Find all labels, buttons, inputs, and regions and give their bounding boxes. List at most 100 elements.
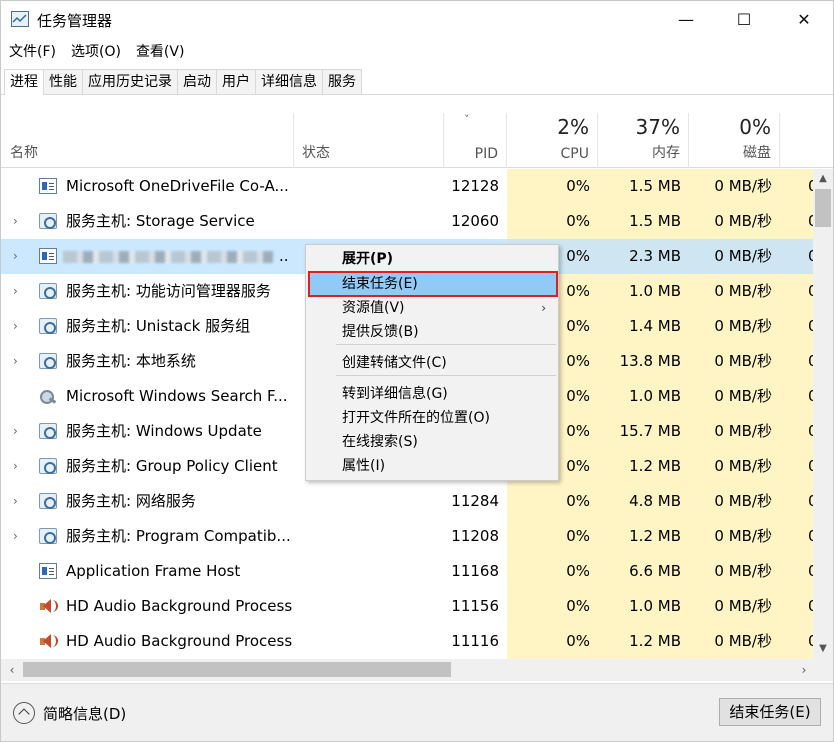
process-network: 0 xyxy=(780,344,813,379)
tab-details[interactable]: 详细信息 xyxy=(255,69,323,94)
ctx-expand-menu-item[interactable]: 展开(P) xyxy=(308,247,556,271)
process-row[interactable]: › 服务主机: Storage Service 12060 0% 1.5 MB 0 MB/… xyxy=(1,204,813,239)
expand-chevron-icon[interactable]: › xyxy=(13,519,18,554)
ctx-provide-feedback-menu-item[interactable]: 提供反馈(B) xyxy=(308,320,556,344)
context-menu: 展开(P) 结束任务(E) 资源值(V) › 提供反馈(B) 创建转储文件(C) 转到详细信… xyxy=(305,244,559,481)
expand-chevron-icon[interactable]: › xyxy=(13,344,18,379)
process-cpu: 0% xyxy=(507,589,598,624)
highlight-outline xyxy=(308,271,558,297)
column-status[interactable]: 状态 xyxy=(294,113,444,168)
column-status-label: 状态 xyxy=(302,145,330,161)
expand-chevron-icon[interactable]: › xyxy=(13,204,18,239)
menu-item-label: 资源值(V) xyxy=(342,300,405,316)
menu-separator xyxy=(336,375,556,376)
process-row[interactable]: HD Audio Background Process 11116 0% 1.2 MB… xyxy=(1,624,813,659)
tab-users[interactable]: 用户 xyxy=(216,69,256,94)
process-disk: 0 MB/秒 xyxy=(689,379,780,414)
process-name: 服务主机: 本地系统 xyxy=(66,352,196,370)
process-name: 服务主机: Unistack 服务组 xyxy=(66,317,251,335)
minimize-button[interactable]: — xyxy=(663,1,709,37)
horizontal-scroll-thumb[interactable] xyxy=(23,662,451,677)
column-memory-label: 内存 xyxy=(652,145,680,161)
menu-options[interactable]: 选项(O) xyxy=(63,41,128,63)
menu-view[interactable]: 查看(V) xyxy=(128,41,192,63)
tab-performance[interactable]: 性能 xyxy=(43,69,83,94)
column-cpu[interactable]: 2% CPU xyxy=(507,113,598,168)
scroll-down-icon[interactable]: ▼ xyxy=(813,639,833,659)
process-row[interactable]: Microsoft OneDriveFile Co-A... 12128 0% 1.5… xyxy=(1,169,813,204)
window-icon xyxy=(39,563,57,579)
ctx-search-online-menu-item[interactable]: 在线搜索(S) xyxy=(308,430,556,454)
cpu-total-percent: 2% xyxy=(557,115,589,139)
column-memory[interactable]: 37% 内存 xyxy=(598,113,689,168)
column-network[interactable] xyxy=(780,113,833,168)
menu-item-label: 在线搜索(S) xyxy=(342,434,418,450)
process-disk: 0 MB/秒 xyxy=(689,169,780,204)
speaker-icon xyxy=(39,633,58,649)
ctx-open-file-location-menu-item[interactable]: 打开文件所在的位置(O) xyxy=(308,406,556,430)
ctx-create-dump-menu-item[interactable]: 创建转储文件(C) xyxy=(308,351,556,375)
process-row[interactable]: › 服务主机: Program Compatib... 11208 0% 1.2 MB 0… xyxy=(1,519,813,554)
process-name: 服务主机: Group Policy Client xyxy=(66,457,278,475)
ctx-properties-menu-item[interactable]: 属性(I) xyxy=(308,454,556,478)
maximize-button[interactable]: ☐ xyxy=(721,1,767,37)
vertical-scrollbar[interactable]: ▲ ▼ xyxy=(813,169,833,659)
end-task-button[interactable]: 结束任务(E) xyxy=(719,698,821,726)
process-memory: 1.0 MB xyxy=(598,274,689,309)
process-cpu: 0% xyxy=(507,169,598,204)
chevron-up-icon[interactable] xyxy=(13,702,35,724)
menu-file[interactable]: 文件(F) xyxy=(1,41,63,63)
menu-item-label: 转到详细信息(G) xyxy=(342,386,448,402)
gear-icon xyxy=(39,493,57,509)
gear-icon xyxy=(39,423,57,439)
column-pid[interactable]: ˅ PID xyxy=(444,113,507,168)
process-row[interactable]: › 服务主机: 网络服务 11284 0% 4.8 MB 0 MB/秒 0 xyxy=(1,484,813,519)
expand-chevron-icon[interactable]: › xyxy=(13,239,18,274)
process-memory: 2.3 MB xyxy=(598,239,689,274)
column-pid-label: PID xyxy=(474,146,498,162)
tab-processes[interactable]: 进程 xyxy=(4,69,44,95)
tab-strip: 进程 性能 应用历史记录 启动 用户 详细信息 服务 xyxy=(1,69,833,95)
process-memory: 4.8 MB xyxy=(598,484,689,519)
redacted-process-name xyxy=(63,251,273,263)
task-manager-icon xyxy=(11,11,29,27)
scroll-left-icon[interactable]: ‹ xyxy=(3,659,21,681)
expand-chevron-icon[interactable]: › xyxy=(13,414,18,449)
scroll-right-icon[interactable]: › xyxy=(795,659,813,681)
gear-icon xyxy=(39,283,57,299)
expand-chevron-icon[interactable]: › xyxy=(13,449,18,484)
process-disk: 0 MB/秒 xyxy=(689,344,780,379)
vertical-scroll-thumb[interactable] xyxy=(815,189,831,227)
tab-app-history[interactable]: 应用历史记录 xyxy=(82,69,178,94)
process-row[interactable]: Application Frame Host 11168 0% 6.6 MB 0 MB/… xyxy=(1,554,813,589)
close-button[interactable]: ✕ xyxy=(781,1,827,37)
ctx-resource-values-menu-item[interactable]: 资源值(V) › xyxy=(308,296,556,320)
process-network: 0 xyxy=(780,484,813,519)
gear-icon xyxy=(39,318,57,334)
horizontal-scrollbar[interactable]: ‹ › xyxy=(1,659,833,681)
fewer-details-link[interactable]: 简略信息(D) xyxy=(43,703,126,724)
process-name-ellipsis: .. xyxy=(279,247,289,265)
tab-startup[interactable]: 启动 xyxy=(177,69,217,94)
process-pid: 11156 xyxy=(451,597,499,615)
expand-chevron-icon[interactable]: › xyxy=(13,309,18,344)
scroll-up-icon[interactable]: ▲ xyxy=(813,169,833,189)
process-row[interactable]: HD Audio Background Process 11156 0% 1.0 MB… xyxy=(1,589,813,624)
expand-chevron-icon[interactable]: › xyxy=(13,484,18,519)
process-pid: 11168 xyxy=(451,562,499,580)
process-network: 0 xyxy=(780,554,813,589)
expand-chevron-icon[interactable]: › xyxy=(13,274,18,309)
process-disk: 0 MB/秒 xyxy=(689,624,780,659)
column-disk[interactable]: 0% 磁盘 xyxy=(689,113,780,168)
process-name: Microsoft Windows Search F... xyxy=(66,387,288,405)
process-network: 0 xyxy=(780,589,813,624)
process-memory: 13.8 MB xyxy=(598,344,689,379)
gear-icon xyxy=(39,213,57,229)
search-service-icon xyxy=(39,388,57,404)
process-disk: 0 MB/秒 xyxy=(689,484,780,519)
process-network: 0 xyxy=(780,519,813,554)
memory-total-percent: 37% xyxy=(635,115,680,139)
ctx-go-to-details-menu-item[interactable]: 转到详细信息(G) xyxy=(308,382,556,406)
tab-services[interactable]: 服务 xyxy=(322,69,362,94)
column-name[interactable]: 名称 xyxy=(1,113,294,168)
